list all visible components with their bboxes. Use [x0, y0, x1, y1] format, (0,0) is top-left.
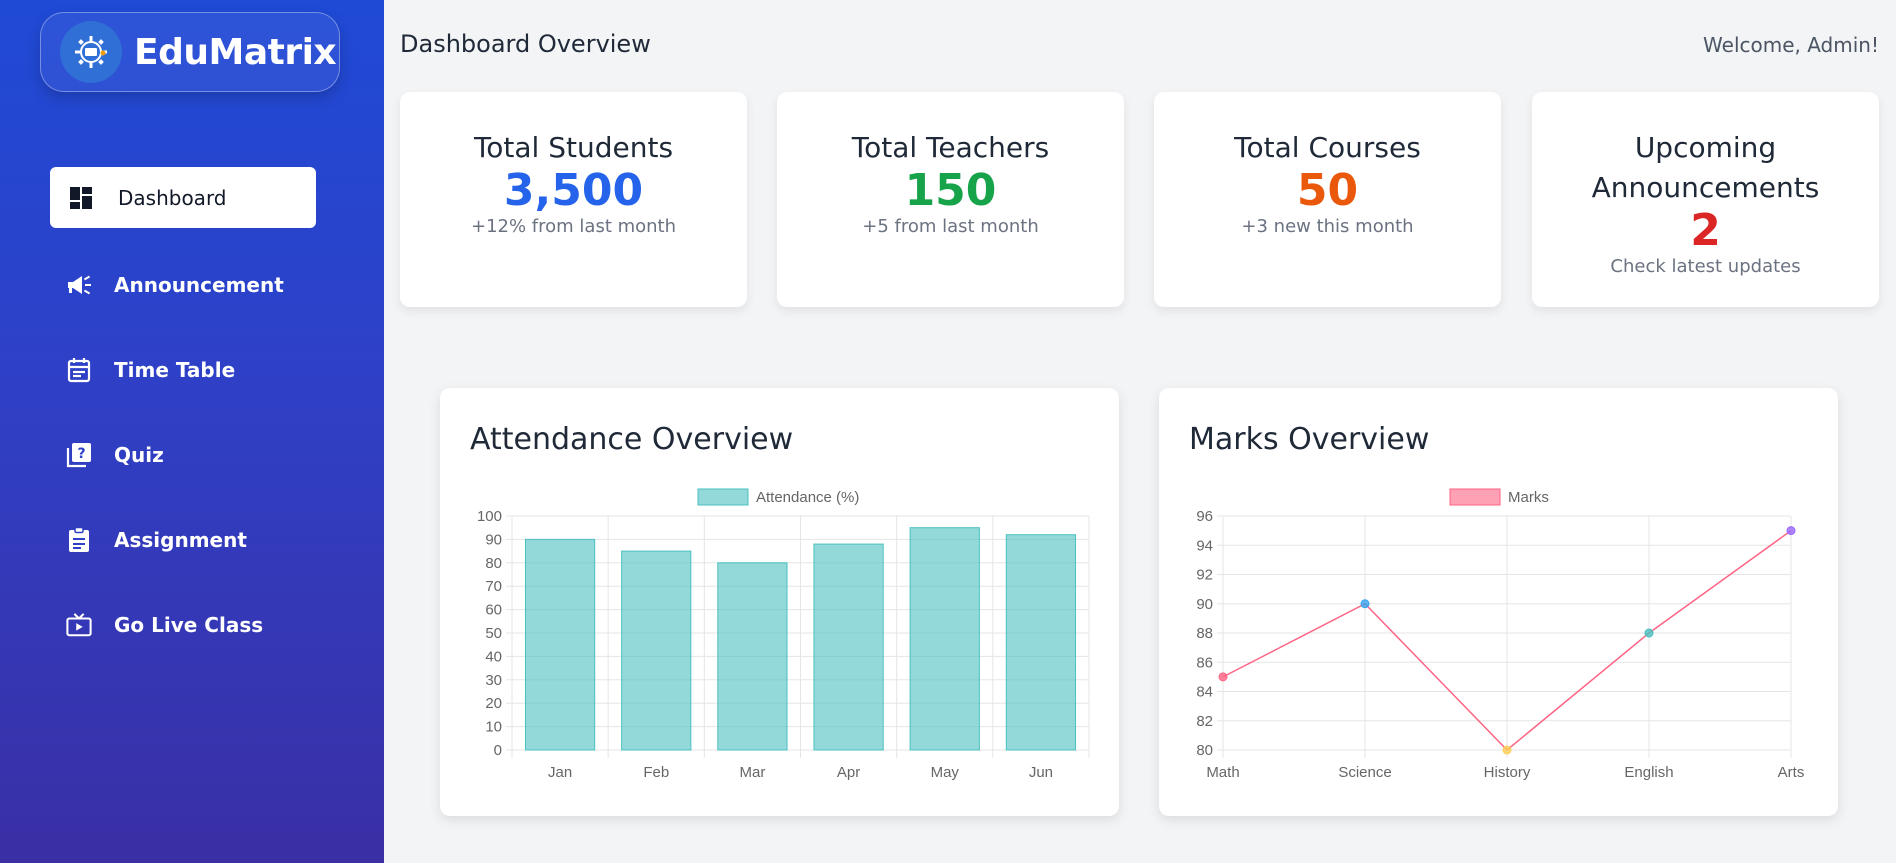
- x-tick-label: Jan: [548, 764, 572, 781]
- stat-title: Total Students: [473, 131, 674, 164]
- svg-text:?: ?: [77, 446, 85, 462]
- stat-value: 150: [904, 165, 997, 216]
- x-tick-label: Math: [1206, 764, 1239, 781]
- calendar-icon: [66, 357, 92, 383]
- sidebar-item-dashboard[interactable]: Dashboard: [50, 167, 316, 228]
- y-tick-label: 40: [485, 648, 502, 665]
- stat-card-courses: Total Courses 50 +3 new this month: [1154, 92, 1501, 307]
- data-point: [1218, 672, 1228, 682]
- app-name: EduMatrix: [134, 31, 337, 73]
- stat-title: Total Courses: [1234, 131, 1421, 164]
- y-tick-label: 80: [485, 555, 502, 572]
- stat-card-announcements: Upcoming Announcements 2 Check latest up…: [1532, 92, 1879, 307]
- x-tick-label: Apr: [837, 764, 860, 781]
- y-tick-label: 92: [1196, 567, 1213, 584]
- stat-value: 2: [1690, 205, 1721, 256]
- stat-subtext: +3 new this month: [1241, 216, 1414, 237]
- sidebar-item-go-live-class[interactable]: Go Live Class: [50, 594, 316, 655]
- y-tick-label: 96: [1196, 508, 1213, 525]
- sidebar-item-assignment[interactable]: Assignment: [50, 509, 316, 570]
- sidebar-item-label: Dashboard: [118, 185, 227, 210]
- legend-label: Marks: [1508, 489, 1549, 506]
- y-tick-label: 84: [1196, 684, 1213, 701]
- y-tick-label: 90: [485, 531, 502, 548]
- dashboard-icon: [68, 185, 94, 211]
- marks-line-chart: Marks 80 82 84 86 88 90 92 94 96 Math Science Histor…: [1196, 488, 1805, 781]
- stat-subtext: +5 from last month: [862, 216, 1039, 237]
- page-title: Dashboard Overview: [400, 30, 651, 58]
- logo-gear-icon: [60, 21, 122, 83]
- y-tick-label: 60: [485, 602, 502, 619]
- sidebar-item-label: Go Live Class: [114, 612, 264, 637]
- stat-title: Total Teachers: [851, 131, 1050, 164]
- attendance-chart-card: Attendance Overview Attendance (%) 0 10 20 3…: [440, 388, 1119, 816]
- y-tick-label: 100: [477, 508, 502, 525]
- sidebar-item-time-table[interactable]: Time Table: [50, 339, 316, 400]
- logo[interactable]: EduMatrix: [40, 12, 340, 92]
- quiz-icon: ?: [66, 442, 92, 468]
- y-tick-label: 86: [1196, 654, 1213, 671]
- bar: [909, 527, 980, 751]
- stat-title: Upcoming Announcements: [1591, 131, 1820, 204]
- data-point: [1502, 745, 1512, 755]
- y-tick-label: 90: [1196, 596, 1213, 613]
- welcome-text: Welcome, Admin!: [1703, 33, 1879, 57]
- y-tick-label: 94: [1196, 537, 1213, 554]
- x-tick-label: History: [1484, 764, 1531, 781]
- clipboard-icon: [66, 526, 92, 553]
- x-tick-label: Jun: [1029, 764, 1053, 781]
- bar: [1005, 534, 1077, 751]
- bar: [621, 550, 692, 751]
- sidebar-item-announcement[interactable]: Announcement: [50, 254, 316, 315]
- x-tick-label: Science: [1338, 764, 1391, 781]
- sidebar-item-label: Quiz: [114, 442, 164, 467]
- data-point: [1360, 599, 1370, 609]
- y-tick-label: 88: [1196, 625, 1213, 642]
- sidebar: EduMatrix Dashboard Announcement Time Ta…: [0, 0, 384, 863]
- data-point: [1644, 628, 1654, 638]
- data-point: [1786, 526, 1796, 536]
- y-tick-label: 10: [485, 719, 502, 736]
- y-tick-label: 50: [485, 625, 502, 642]
- stat-card-teachers: Total Teachers 150 +5 from last month: [777, 92, 1124, 307]
- bar: [717, 562, 788, 751]
- megaphone-icon: [66, 272, 92, 298]
- stat-subtext: +12% from last month: [470, 216, 677, 237]
- bar: [524, 538, 596, 751]
- y-tick-label: 80: [1196, 742, 1213, 759]
- y-tick-label: 70: [485, 578, 502, 595]
- stat-subtext: Check latest updates: [1610, 256, 1801, 277]
- y-tick-label: 20: [485, 695, 502, 712]
- y-tick-label: 82: [1196, 713, 1213, 730]
- legend-swatch: [697, 488, 749, 506]
- stat-value: 50: [1296, 165, 1359, 216]
- x-tick-label: May: [931, 764, 960, 781]
- y-tick-label: 0: [494, 742, 502, 759]
- sidebar-item-quiz[interactable]: ? Quiz: [50, 424, 316, 485]
- legend-swatch: [1449, 488, 1501, 506]
- legend-label: Attendance (%): [756, 489, 859, 506]
- x-tick-label: Feb: [643, 764, 669, 781]
- live-tv-icon: [66, 612, 92, 638]
- bar: [813, 543, 884, 751]
- sidebar-item-label: Announcement: [114, 272, 284, 297]
- sidebar-item-label: Time Table: [114, 357, 236, 382]
- stat-value: 3,500: [503, 165, 644, 216]
- x-tick-label: English: [1624, 764, 1673, 781]
- y-tick-label: 30: [485, 672, 502, 689]
- attendance-bar-chart: Attendance (%) 0 10 20 30 40 50 60 70 80 90 100 Jan F…: [477, 488, 1090, 781]
- marks-chart-card: Marks Overview Marks 80 82 84 86 88 90 92 94 96 Ma…: [1159, 388, 1838, 816]
- x-tick-label: Arts: [1778, 764, 1805, 781]
- x-tick-label: Mar: [739, 764, 765, 781]
- stat-card-students: Total Students 3,500 +12% from last mont…: [400, 92, 747, 307]
- sidebar-item-label: Assignment: [114, 527, 247, 552]
